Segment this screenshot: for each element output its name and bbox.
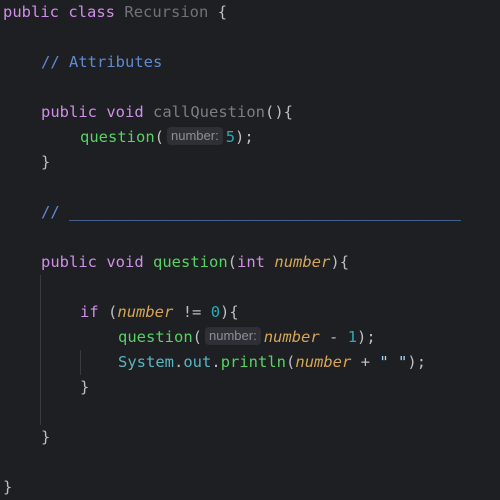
operator-plus: +: [351, 353, 380, 371]
code-line-println[interactable]: System.out.println(number + " ");: [118, 350, 426, 374]
keyword-void: void: [106, 103, 144, 121]
keyword-void: void: [106, 253, 144, 271]
code-line-close-brace[interactable]: }: [41, 150, 50, 174]
code-line-recursive-call[interactable]: question(number: number - 1);: [118, 325, 376, 349]
number-literal: 5: [225, 128, 236, 146]
open-paren: (: [227, 253, 238, 271]
dot: .: [211, 353, 221, 371]
parameter-number: number: [117, 303, 174, 321]
open-brace: {: [217, 3, 228, 21]
open-paren: (: [286, 353, 296, 371]
open-paren: (: [108, 303, 118, 321]
code-line-callquestion-declaration[interactable]: public void callQuestion(){: [41, 100, 293, 124]
code-line-comment-attributes[interactable]: // Attributes: [41, 50, 162, 74]
code-editor[interactable]: public class Recursion { // Attributes p…: [0, 0, 500, 500]
class-name: Recursion: [124, 3, 209, 21]
class-system: System: [118, 353, 174, 371]
parameter-hint: number:: [167, 127, 223, 145]
dot: .: [174, 353, 184, 371]
close-paren: );: [357, 328, 376, 346]
field-out: out: [183, 353, 212, 371]
method-call-question: question: [80, 128, 155, 146]
close-paren: );: [407, 353, 427, 371]
close-paren: );: [235, 128, 254, 146]
open-paren: (: [192, 328, 202, 346]
operator-not-equal: !=: [173, 303, 211, 321]
code-line-separator-comment[interactable]: // _____________________________________…: [41, 200, 461, 224]
code-line-if-statement[interactable]: if (number != 0){: [80, 300, 239, 324]
parameter-number: number: [263, 328, 320, 346]
parameter-number: number: [274, 253, 331, 271]
code-line-close-brace[interactable]: }: [3, 475, 12, 499]
code-line-close-brace[interactable]: }: [80, 375, 89, 399]
operator-minus: -: [319, 328, 348, 346]
close-brace: }: [80, 378, 90, 396]
close-brace: }: [41, 428, 51, 446]
code-line-question-declaration[interactable]: public void question(int number){: [41, 250, 349, 274]
keyword-int: int: [237, 253, 266, 271]
method-name-question: question: [153, 253, 228, 271]
comment-separator: // _____________________________________…: [41, 203, 461, 221]
method-call-question: question: [118, 328, 193, 346]
close-paren-brace: ){: [220, 303, 239, 321]
code-line-class-declaration[interactable]: public class Recursion {: [3, 0, 227, 24]
keyword-class: class: [68, 3, 116, 21]
string-literal: " ": [379, 353, 408, 371]
number-literal: 1: [347, 328, 358, 346]
method-name-callquestion: callQuestion: [153, 103, 265, 121]
open-paren: (: [154, 128, 164, 146]
indent-guide: [40, 275, 41, 425]
close-brace: }: [3, 478, 13, 496]
number-literal: 0: [210, 303, 221, 321]
close-brace: }: [41, 153, 51, 171]
method-println: println: [220, 353, 287, 371]
keyword-public: public: [3, 3, 59, 21]
code-line-question-call[interactable]: question(number: 5);: [80, 125, 254, 149]
close-paren-brace: ){: [330, 253, 350, 271]
keyword-public: public: [41, 103, 97, 121]
parameter-hint: number:: [205, 327, 261, 345]
parameter-number: number: [295, 353, 352, 371]
indent-guide: [80, 350, 81, 375]
keyword-public: public: [41, 253, 97, 271]
signature-punct: (){: [265, 103, 293, 121]
code-line-close-brace[interactable]: }: [41, 425, 50, 449]
keyword-if: if: [80, 303, 99, 321]
comment-attributes: // Attributes: [41, 53, 163, 71]
